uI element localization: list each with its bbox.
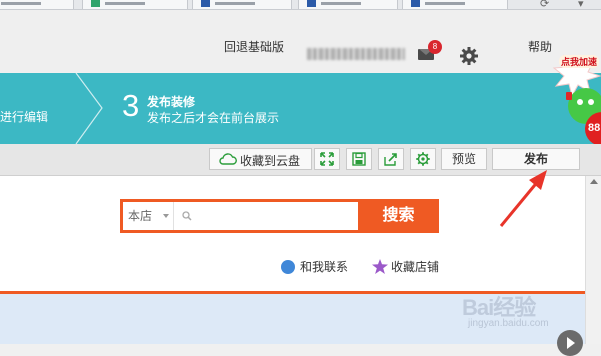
browser-tab[interactable] <box>82 0 188 9</box>
share-icon <box>384 153 397 166</box>
save-button[interactable] <box>346 148 372 170</box>
top-header: 回退基础版 8 帮助 <box>0 10 601 72</box>
browser-tab[interactable] <box>192 0 292 9</box>
cloud-icon <box>219 153 237 165</box>
username-blurred <box>307 48 405 60</box>
play-icon[interactable] <box>557 330 583 356</box>
browser-tab[interactable] <box>0 0 74 9</box>
classic-version-link[interactable]: 回退基础版 <box>224 38 284 55</box>
contact-me-label: 和我联系 <box>300 260 349 274</box>
favorite-shop-link[interactable]: 收藏店铺 <box>372 258 439 275</box>
chevron-down-icon <box>163 214 169 218</box>
preview-button[interactable]: 预览 <box>441 148 487 170</box>
browser-tab[interactable] <box>298 0 398 9</box>
accelerate-value: 88 <box>588 122 601 134</box>
favorite-shop-label: 收藏店铺 <box>391 260 440 274</box>
step-title: 发布装修 <box>147 95 196 109</box>
search-icon <box>182 211 192 221</box>
settings-gear-icon <box>416 152 430 166</box>
scroll-up-arrow-icon[interactable] <box>590 179 598 184</box>
chevron-down-icon[interactable]: ▾ <box>578 0 584 10</box>
browser-tab[interactable] <box>402 0 508 9</box>
settings-button[interactable] <box>410 148 436 170</box>
gear-icon[interactable] <box>459 46 479 66</box>
annotation-arrow <box>499 170 547 227</box>
shop-search-box: 本店 搜索 <box>120 199 439 233</box>
refresh-icon[interactable]: ⟳ <box>540 0 549 10</box>
star-icon <box>372 259 388 274</box>
page-icon <box>307 0 316 7</box>
search-scope-select[interactable]: 本店 <box>123 202 174 230</box>
browser-tab-strip: ⟳ ▾ <box>0 0 601 10</box>
page-icon <box>411 0 420 7</box>
accelerate-label[interactable]: 点我加速 <box>559 55 600 68</box>
chat-bubble-icon <box>281 260 295 274</box>
step-2-label: 进行编辑 <box>0 110 49 124</box>
help-link[interactable]: 帮助 <box>528 38 552 55</box>
mail-count-badge: 8 <box>428 40 442 54</box>
fullscreen-button[interactable] <box>314 148 340 170</box>
search-input[interactable] <box>174 202 358 230</box>
contact-me-link[interactable]: 和我联系 <box>281 258 348 275</box>
page-icon <box>201 0 210 7</box>
search-button[interactable]: 搜索 <box>358 202 439 230</box>
step-number: 3 <box>122 88 140 123</box>
search-scope-label: 本店 <box>128 209 153 223</box>
save-to-cloud-button[interactable]: 收藏到云盘 <box>209 148 312 170</box>
fullscreen-icon <box>320 152 334 166</box>
save-to-cloud-label: 收藏到云盘 <box>240 154 301 168</box>
publish-button[interactable]: 发布 <box>492 148 580 170</box>
save-icon <box>352 152 366 166</box>
publish-steps-band: 进行编辑 3 发布装修 发布之后才会在前台展示 <box>0 73 601 144</box>
share-button[interactable] <box>378 148 404 170</box>
vertical-scrollbar[interactable] <box>585 176 601 344</box>
watermark-url: jingyan.baidu.com <box>468 318 549 329</box>
page-icon <box>91 0 100 7</box>
step-divider-chevron <box>75 73 103 144</box>
step-subtitle: 发布之后才会在前台展示 <box>147 111 280 125</box>
